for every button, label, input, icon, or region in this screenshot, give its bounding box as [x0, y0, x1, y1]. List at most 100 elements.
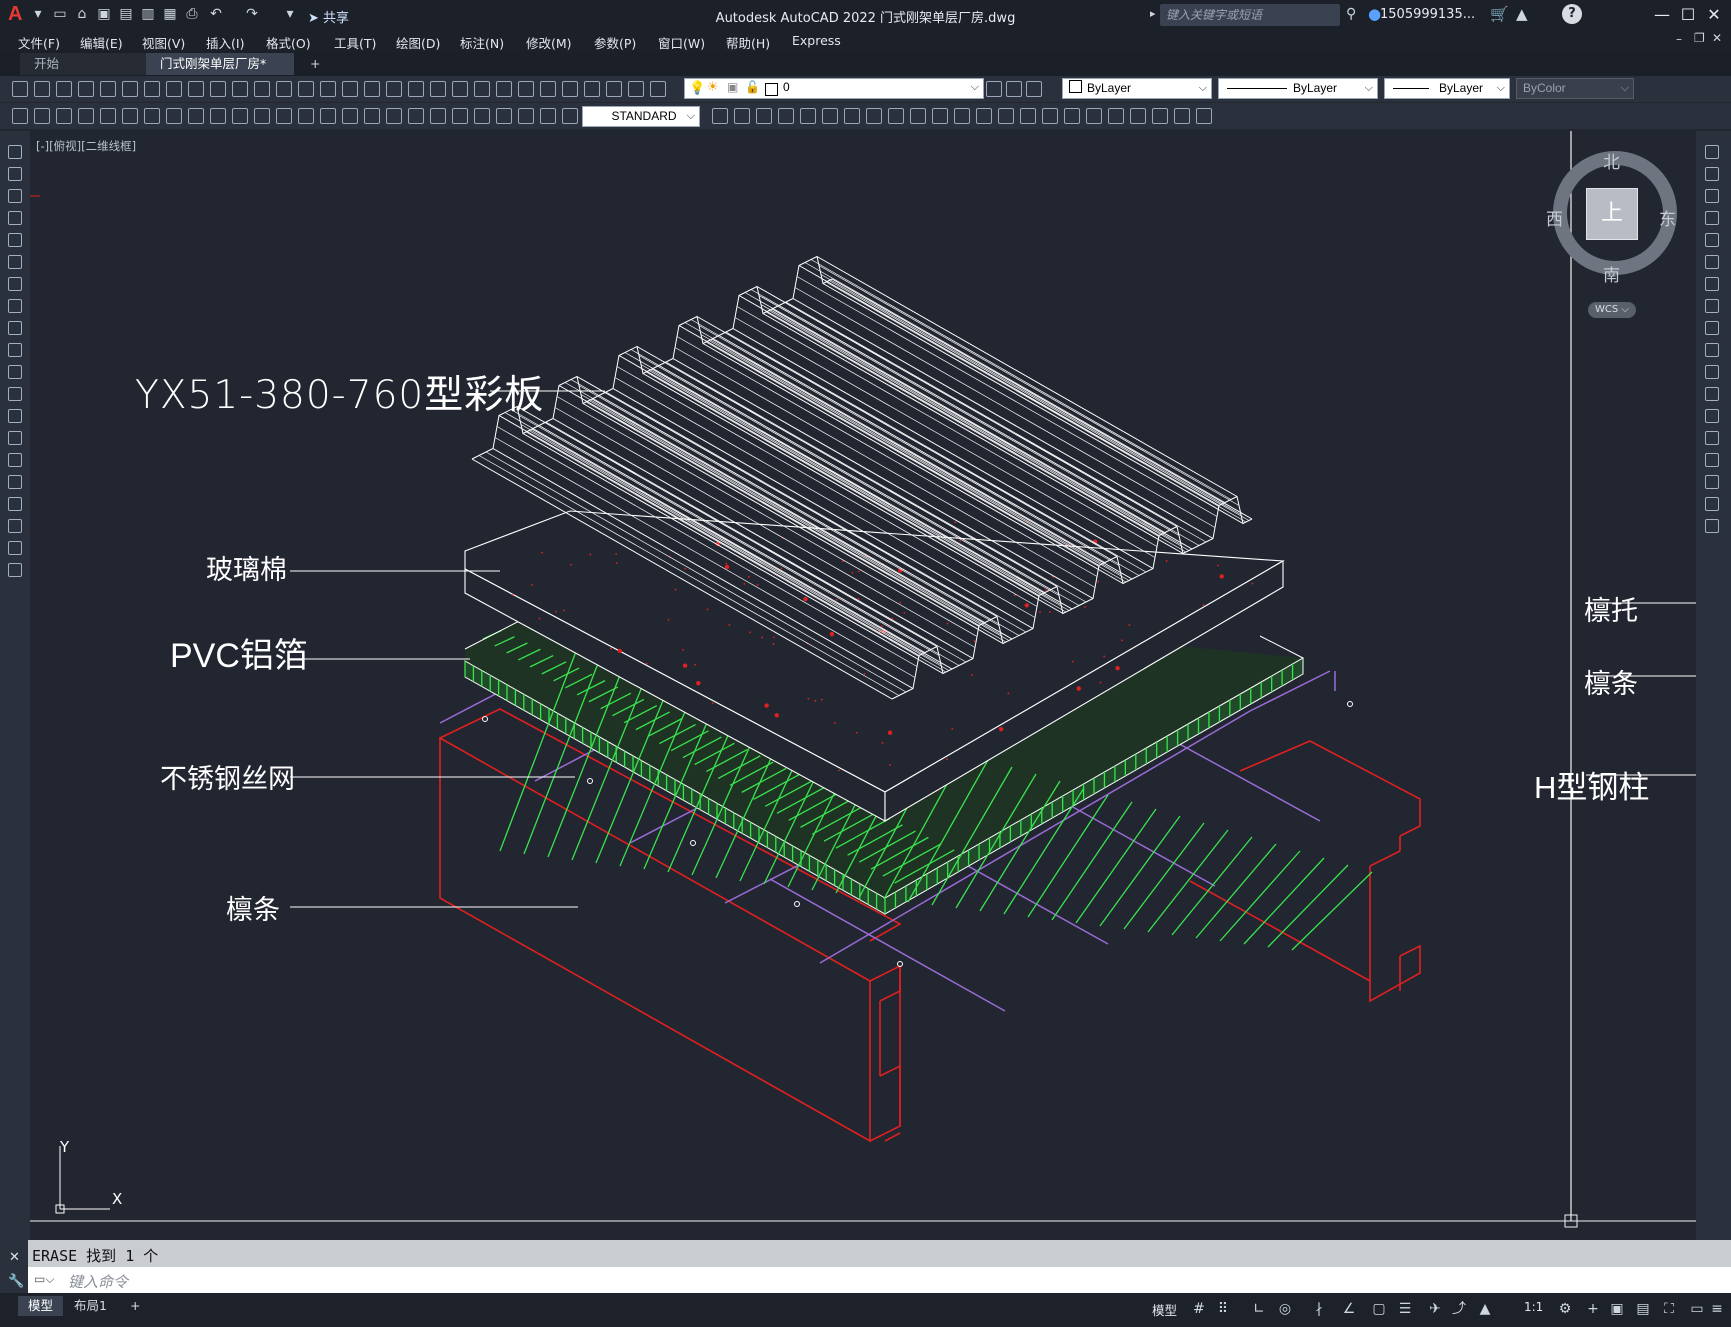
autodesk-app-icon[interactable]: ▲ [1516, 5, 1528, 23]
draw-tool-17-icon[interactable] [8, 497, 22, 511]
draw-modify-tool-35-icon[interactable] [888, 108, 904, 124]
standard-tool-4-icon[interactable] [78, 81, 94, 97]
modify-tool-9-icon[interactable] [1705, 321, 1719, 335]
search-icon[interactable]: ⚲ [1346, 6, 1356, 22]
autocad-logo-icon[interactable]: A [8, 3, 30, 25]
draw-modify-tool-42-icon[interactable] [1042, 108, 1058, 124]
draw-modify-tool-10-icon[interactable] [210, 108, 226, 124]
standard-tool-2-icon[interactable] [34, 81, 50, 97]
standard-tool-12-icon[interactable] [254, 81, 270, 97]
layer-tool-3-icon[interactable] [1026, 81, 1042, 97]
undo-icon[interactable]: ↶ [208, 6, 224, 22]
modify-tool-10-icon[interactable] [1705, 343, 1719, 357]
draw-modify-tool-32-icon[interactable] [822, 108, 838, 124]
draw-tool-4-icon[interactable] [8, 211, 22, 225]
modify-tool-7-icon[interactable] [1705, 277, 1719, 291]
drawing-canvas[interactable] [30, 131, 1696, 1240]
draw-modify-tool-34-icon[interactable] [866, 108, 882, 124]
draw-modify-tool-23-icon[interactable] [496, 108, 512, 124]
standard-tool-8-icon[interactable] [166, 81, 182, 97]
draw-modify-tool-18-icon[interactable] [386, 108, 402, 124]
save-to-web-icon[interactable]: ▦ [162, 6, 178, 22]
draw-modify-tool-24-icon[interactable] [518, 108, 534, 124]
draw-tool-11-icon[interactable] [8, 365, 22, 379]
modify-tool-18-icon[interactable] [1705, 519, 1719, 533]
draw-tool-10-icon[interactable] [8, 343, 22, 357]
layer-dropdown[interactable]: 💡 ☀ ▣ 🔓 0 ⌵ [684, 78, 984, 99]
draw-tool-3-icon[interactable] [8, 189, 22, 203]
status-toggle-12-icon[interactable]: ⚙ [1556, 1300, 1574, 1318]
standard-tool-23-icon[interactable] [496, 81, 512, 97]
text-style-dropdown[interactable]: STANDARD ⌵ [582, 106, 700, 127]
modify-tool-14-icon[interactable] [1705, 431, 1719, 445]
standard-tool-9-icon[interactable] [188, 81, 204, 97]
menu-help[interactable]: 帮助(H) [726, 33, 770, 52]
draw-modify-tool-49-icon[interactable] [1196, 108, 1212, 124]
draw-modify-tool-27-icon[interactable] [712, 108, 728, 124]
new-tab-button[interactable]: + [296, 53, 334, 75]
menu-format[interactable]: 格式(O) [266, 33, 311, 52]
model-space-button[interactable]: 模型 [1152, 1300, 1177, 1319]
doc-close-icon[interactable]: ✕ [1712, 31, 1722, 45]
draw-modify-tool-47-icon[interactable] [1152, 108, 1168, 124]
menu-view[interactable]: 视图(V) [142, 33, 185, 52]
draw-modify-tool-21-icon[interactable] [452, 108, 468, 124]
tab-active-drawing[interactable]: 门式刚架单层厂房* × [146, 53, 294, 93]
draw-modify-tool-45-icon[interactable] [1108, 108, 1124, 124]
viewcube-east[interactable]: 东 [1659, 205, 1676, 230]
viewcube-north[interactable]: 北 [1603, 148, 1620, 173]
draw-tool-15-icon[interactable] [8, 453, 22, 467]
draw-modify-tool-7-icon[interactable] [144, 108, 160, 124]
draw-modify-tool-12-icon[interactable] [254, 108, 270, 124]
standard-tool-29-icon[interactable] [628, 81, 644, 97]
standard-tool-13-icon[interactable] [276, 81, 292, 97]
standard-tool-28-icon[interactable] [606, 81, 622, 97]
status-toggle-6-icon[interactable]: ∠ [1340, 1300, 1358, 1318]
menu-file[interactable]: 文件(F) [18, 33, 60, 52]
draw-tool-13-icon[interactable] [8, 409, 22, 423]
standard-tool-11-icon[interactable] [232, 81, 248, 97]
modify-tool-17-icon[interactable] [1705, 497, 1719, 511]
doc-restore-icon[interactable]: ❐ [1694, 31, 1705, 45]
draw-modify-tool-31-icon[interactable] [800, 108, 816, 124]
draw-tool-20-icon[interactable] [8, 563, 22, 577]
status-toggle-7-icon[interactable]: ▢ [1370, 1300, 1388, 1318]
draw-modify-tool-41-icon[interactable] [1020, 108, 1036, 124]
status-toggle-9-icon[interactable]: ✈ [1426, 1300, 1444, 1318]
draw-modify-tool-30-icon[interactable] [778, 108, 794, 124]
menu-tools[interactable]: 工具(T) [334, 33, 376, 52]
standard-tool-15-icon[interactable] [320, 81, 336, 97]
modify-tool-15-icon[interactable] [1705, 453, 1719, 467]
modify-tool-1-icon[interactable] [1705, 145, 1719, 159]
draw-tool-9-icon[interactable] [8, 321, 22, 335]
draw-modify-tool-38-icon[interactable] [954, 108, 970, 124]
draw-modify-tool-8-icon[interactable] [166, 108, 182, 124]
draw-modify-tool-26-icon[interactable] [562, 108, 578, 124]
status-toggle-17-icon[interactable]: ▭ [1688, 1300, 1706, 1318]
layer-tool-1-icon[interactable] [986, 81, 1002, 97]
tab-model[interactable]: 模型 [18, 1296, 64, 1316]
app-menu-chevron-icon[interactable]: ▾ [30, 6, 46, 22]
draw-modify-tool-11-icon[interactable] [232, 108, 248, 124]
standard-tool-21-icon[interactable] [452, 81, 468, 97]
draw-modify-tool-25-icon[interactable] [540, 108, 556, 124]
wcs-menu-button[interactable]: WCS ⌵ [1588, 302, 1636, 318]
standard-tool-14-icon[interactable] [298, 81, 314, 97]
draw-modify-tool-29-icon[interactable] [756, 108, 772, 124]
draw-modify-tool-39-icon[interactable] [976, 108, 992, 124]
draw-modify-tool-14-icon[interactable] [298, 108, 314, 124]
draw-modify-tool-48-icon[interactable] [1174, 108, 1190, 124]
draw-modify-tool-22-icon[interactable] [474, 108, 490, 124]
command-input[interactable]: 键入命令 [68, 1271, 128, 1292]
standard-tool-7-icon[interactable] [144, 81, 160, 97]
draw-modify-tool-1-icon[interactable] [12, 108, 28, 124]
menu-window[interactable]: 窗口(W) [658, 33, 705, 52]
modify-tool-16-icon[interactable] [1705, 475, 1719, 489]
linetype-dropdown[interactable]: ByLayer ⌵ [1218, 78, 1378, 99]
status-toggle-13-icon[interactable]: + [1584, 1300, 1602, 1318]
standard-tool-5-icon[interactable] [100, 81, 116, 97]
plot-icon[interactable]: ⎙ [184, 6, 200, 22]
share-button[interactable]: ➤ 共享 [308, 7, 349, 26]
command-line[interactable] [28, 1267, 1731, 1293]
layer-tool-2-icon[interactable] [1006, 81, 1022, 97]
